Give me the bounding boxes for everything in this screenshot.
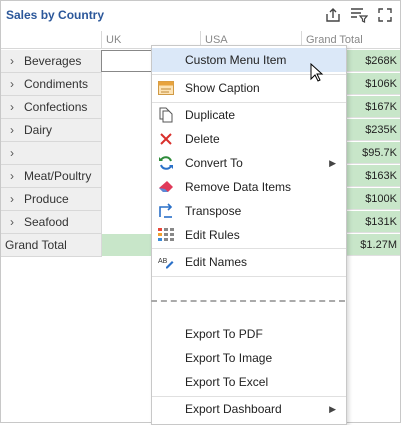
menu-item-transpose[interactable]: Transpose	[152, 199, 346, 223]
row-header[interactable]: ›Grains/Cereals	[1, 142, 102, 182]
menu-item-label: Edit Rules	[185, 228, 240, 242]
mouse-cursor-icon	[310, 62, 324, 86]
menu-separator	[152, 248, 346, 249]
menu-item-duplicate[interactable]: Duplicate	[152, 103, 346, 127]
menu-item-edit-names[interactable]: AB Edit Names	[152, 250, 346, 274]
menu-item-label: Delete	[185, 132, 220, 146]
menu-item-label: Export To Image	[185, 351, 273, 365]
grand-total-total-cell[interactable]: $1.27M	[347, 234, 400, 256]
chevron-right-icon[interactable]: ›	[10, 50, 18, 72]
export-icon[interactable]	[324, 6, 342, 24]
menu-separator	[152, 276, 346, 277]
row-label: Seafood	[24, 215, 69, 229]
submenu-arrow-icon: ▶	[329, 158, 336, 168]
menu-item-label: Remove Data Items	[185, 180, 292, 194]
row-header[interactable]: ›Dairy Products	[1, 119, 102, 159]
menu-item-label: Duplicate	[185, 108, 236, 122]
menu-item-export-dashboard[interactable]: Export Dashboard ▶	[152, 397, 346, 421]
grand-total-cell[interactable]: $268K	[347, 50, 400, 72]
row-header[interactable]: › Condiments	[1, 73, 102, 96]
menu-item-label: Convert To	[185, 156, 243, 170]
filter-icon[interactable]	[350, 6, 368, 24]
menu-item-export-pdf[interactable]: Export To PDF	[152, 322, 346, 346]
menu-item-label: Export To PDF	[185, 327, 263, 341]
menu-item-delete[interactable]: Delete	[152, 127, 346, 151]
panel-title: Sales by Country	[6, 8, 105, 22]
svg-text:AB: AB	[158, 258, 168, 265]
menu-divider-dashed	[151, 300, 345, 302]
grand-total-cell[interactable]: $100K	[347, 188, 400, 210]
menu-item-label: Show Caption	[185, 81, 260, 95]
row-header[interactable]: › Beverages	[1, 50, 102, 73]
grand-total-cell[interactable]: $106K	[347, 73, 400, 95]
eraser-icon	[158, 179, 174, 195]
grand-total-cell[interactable]: $163K	[347, 165, 400, 187]
menu-item-remove-data-items[interactable]: Remove Data Items	[152, 175, 346, 199]
submenu-arrow-icon: ▶	[329, 404, 336, 414]
row-label: Confections	[24, 100, 88, 114]
menu-item-edit-rules[interactable]: Edit Rules	[152, 223, 346, 247]
row-label: Beverages	[24, 54, 82, 68]
delete-icon	[158, 131, 174, 147]
row-header[interactable]: › Produce	[1, 188, 102, 211]
row-label: Produce	[24, 192, 69, 206]
convert-icon	[158, 155, 174, 171]
menu-item-label: Edit Names	[185, 255, 248, 269]
row-header[interactable]: › Confections	[1, 96, 102, 119]
grand-total-row-header: Grand Total	[1, 234, 102, 257]
chevron-right-icon[interactable]: ›	[10, 211, 18, 233]
menu-item-label: Transpose	[185, 204, 242, 218]
maximize-icon[interactable]	[376, 6, 394, 24]
menu-item-export-excel[interactable]: Export To Excel	[152, 370, 346, 394]
selected-cell[interactable]	[101, 50, 153, 72]
grand-total-uk-cell[interactable]	[102, 234, 152, 256]
context-menu: Custom Menu Item Show Caption Duplicate …	[151, 45, 347, 425]
row-label: Meat/Poultry	[24, 169, 92, 183]
grand-total-cell[interactable]: $235K	[347, 119, 400, 141]
chevron-right-icon[interactable]: ›	[10, 96, 18, 118]
menu-item-label: Export Dashboard	[185, 402, 282, 416]
grand-total-cell[interactable]: $95.7K	[347, 142, 400, 164]
edit-names-icon: AB	[158, 254, 174, 270]
transpose-icon	[158, 203, 174, 219]
duplicate-icon	[158, 107, 174, 123]
row-header[interactable]: › Seafood	[1, 211, 102, 234]
chevron-right-icon[interactable]: ›	[10, 188, 18, 210]
menu-item-export-image[interactable]: Export To Image	[152, 346, 346, 370]
grand-total-cell[interactable]: $131K	[347, 211, 400, 233]
chevron-right-icon[interactable]: ›	[10, 142, 18, 164]
grand-total-cell[interactable]: $167K	[347, 96, 400, 118]
menu-item-label: Custom Menu Item	[185, 53, 287, 67]
rules-icon	[158, 227, 174, 243]
menu-item-label: Export To Excel	[185, 375, 269, 389]
row-header[interactable]: › Meat/Poultry	[1, 165, 102, 188]
chevron-right-icon[interactable]: ›	[10, 119, 18, 141]
chevron-right-icon[interactable]: ›	[10, 73, 18, 95]
chevron-right-icon[interactable]: ›	[10, 165, 18, 187]
caption-icon	[158, 80, 174, 96]
row-label: Condiments	[24, 77, 89, 91]
menu-item-convert-to[interactable]: Convert To ▶	[152, 151, 346, 175]
corner-cell	[1, 31, 102, 49]
